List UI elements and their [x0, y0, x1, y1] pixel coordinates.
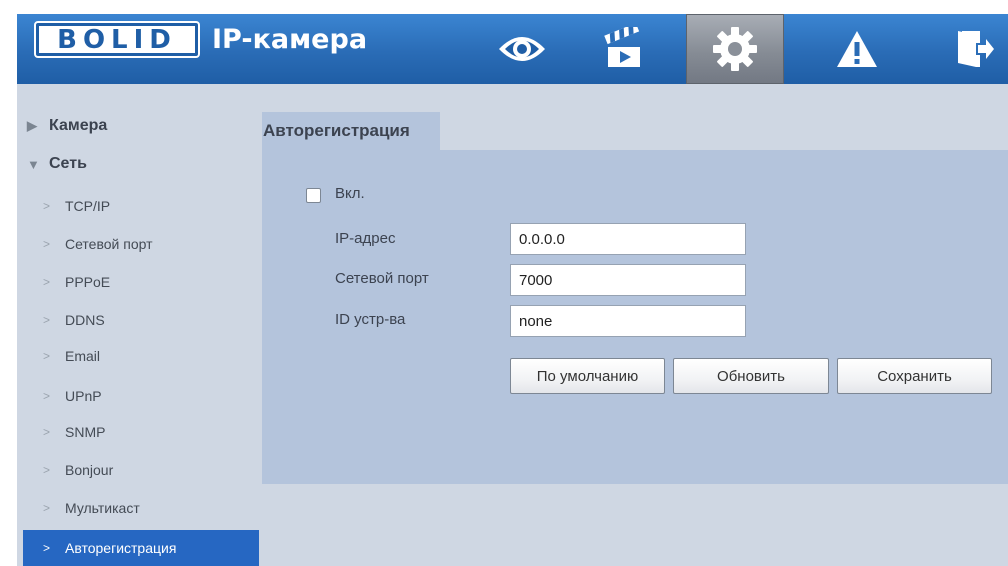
chevron-right-icon: > [43, 199, 51, 213]
sidebar-item-email[interactable]: > Email [23, 342, 259, 370]
sidebar-item-label: Сетевой порт [65, 236, 153, 252]
enable-checkbox[interactable] [306, 188, 321, 203]
sidebar-item-label: Авторегистрация [65, 540, 177, 556]
chevron-right-icon: > [43, 463, 51, 477]
sidebar-item-label: Bonjour [65, 462, 114, 478]
chevron-right-icon: > [43, 349, 51, 363]
sidebar-item-network-port[interactable]: > Сетевой порт [23, 230, 259, 258]
logo-text: BOLID [57, 24, 177, 55]
nav-live-button[interactable] [473, 14, 571, 84]
sidebar-item-label: UPnP [65, 388, 102, 404]
eye-icon [499, 37, 545, 61]
clapperboard-icon [604, 27, 640, 67]
chevron-right-icon: > [43, 501, 51, 515]
ip-address-label: IP-адрес [335, 230, 396, 247]
exit-icon [958, 31, 994, 67]
chevron-right-icon: > [43, 313, 51, 327]
sidebar-item-autoregistration[interactable]: > Авторегистрация [23, 530, 259, 566]
network-port-label: Сетевой порт [335, 270, 429, 287]
app-title: IP-камера [212, 24, 368, 55]
nav-alarm-button[interactable] [808, 14, 906, 84]
sidebar-item-label: SNMP [65, 424, 106, 440]
nav-logout-button[interactable] [940, 14, 1008, 84]
nav-settings-button[interactable] [686, 14, 784, 84]
sidebar-category-label: Камера [49, 117, 108, 134]
bolid-logo: BOLID [34, 21, 200, 58]
network-port-field[interactable] [510, 264, 746, 296]
default-button[interactable]: По умолчанию [510, 358, 665, 394]
chevron-right-icon: > [43, 425, 51, 439]
sidebar-item-upnp[interactable]: > UPnP [23, 382, 259, 410]
expanded-triangle-icon: ▼ [27, 156, 40, 172]
chevron-right-icon: > [43, 275, 51, 289]
tab-autoregistration[interactable]: Авторегистрация [262, 112, 440, 150]
sidebar-item-tcpip[interactable]: > TCP/IP [23, 192, 259, 220]
sidebar-item-multicast[interactable]: > Мультикаст [23, 494, 259, 522]
sidebar-category-label: Сеть [49, 155, 87, 172]
sidebar-item-label: TCP/IP [65, 198, 111, 214]
chevron-right-icon: > [43, 541, 51, 555]
sidebar-item-pppoe[interactable]: > PPPoE [23, 268, 259, 296]
sidebar-item-label: Мультикаст [65, 500, 140, 516]
chevron-right-icon: > [43, 237, 51, 251]
chevron-right-icon: > [43, 389, 51, 403]
sidebar-item-snmp[interactable]: > SNMP [23, 418, 259, 446]
sidebar-item-label: PPPoE [65, 274, 111, 290]
sidebar-category-camera[interactable]: ▶ Камера [23, 112, 107, 140]
sidebar-item-label: Email [65, 348, 101, 364]
device-id-label: ID устр-ва [335, 311, 406, 328]
sidebar-item-ddns[interactable]: > DDNS [23, 306, 259, 334]
save-button[interactable]: Сохранить [837, 358, 992, 394]
nav-playback-button[interactable] [575, 14, 673, 84]
refresh-button[interactable]: Обновить [673, 358, 829, 394]
header: BOLID IP-камера [0, 0, 1008, 84]
ip-address-field[interactable] [510, 223, 746, 255]
warning-icon [837, 31, 877, 67]
sidebar-category-network[interactable]: ▼ Сеть [23, 150, 87, 178]
gear-icon [713, 27, 757, 71]
sidebar-item-bonjour[interactable]: > Bonjour [23, 456, 259, 484]
enable-checkbox-label: Вкл. [335, 185, 365, 202]
device-id-field[interactable] [510, 305, 746, 337]
collapsed-triangle-icon: ▶ [27, 118, 37, 133]
sidebar-item-label: DDNS [65, 312, 105, 328]
sidebar: ▶ Камера ▼ Сеть > TCP/IP > Сетевой порт … [17, 84, 262, 566]
